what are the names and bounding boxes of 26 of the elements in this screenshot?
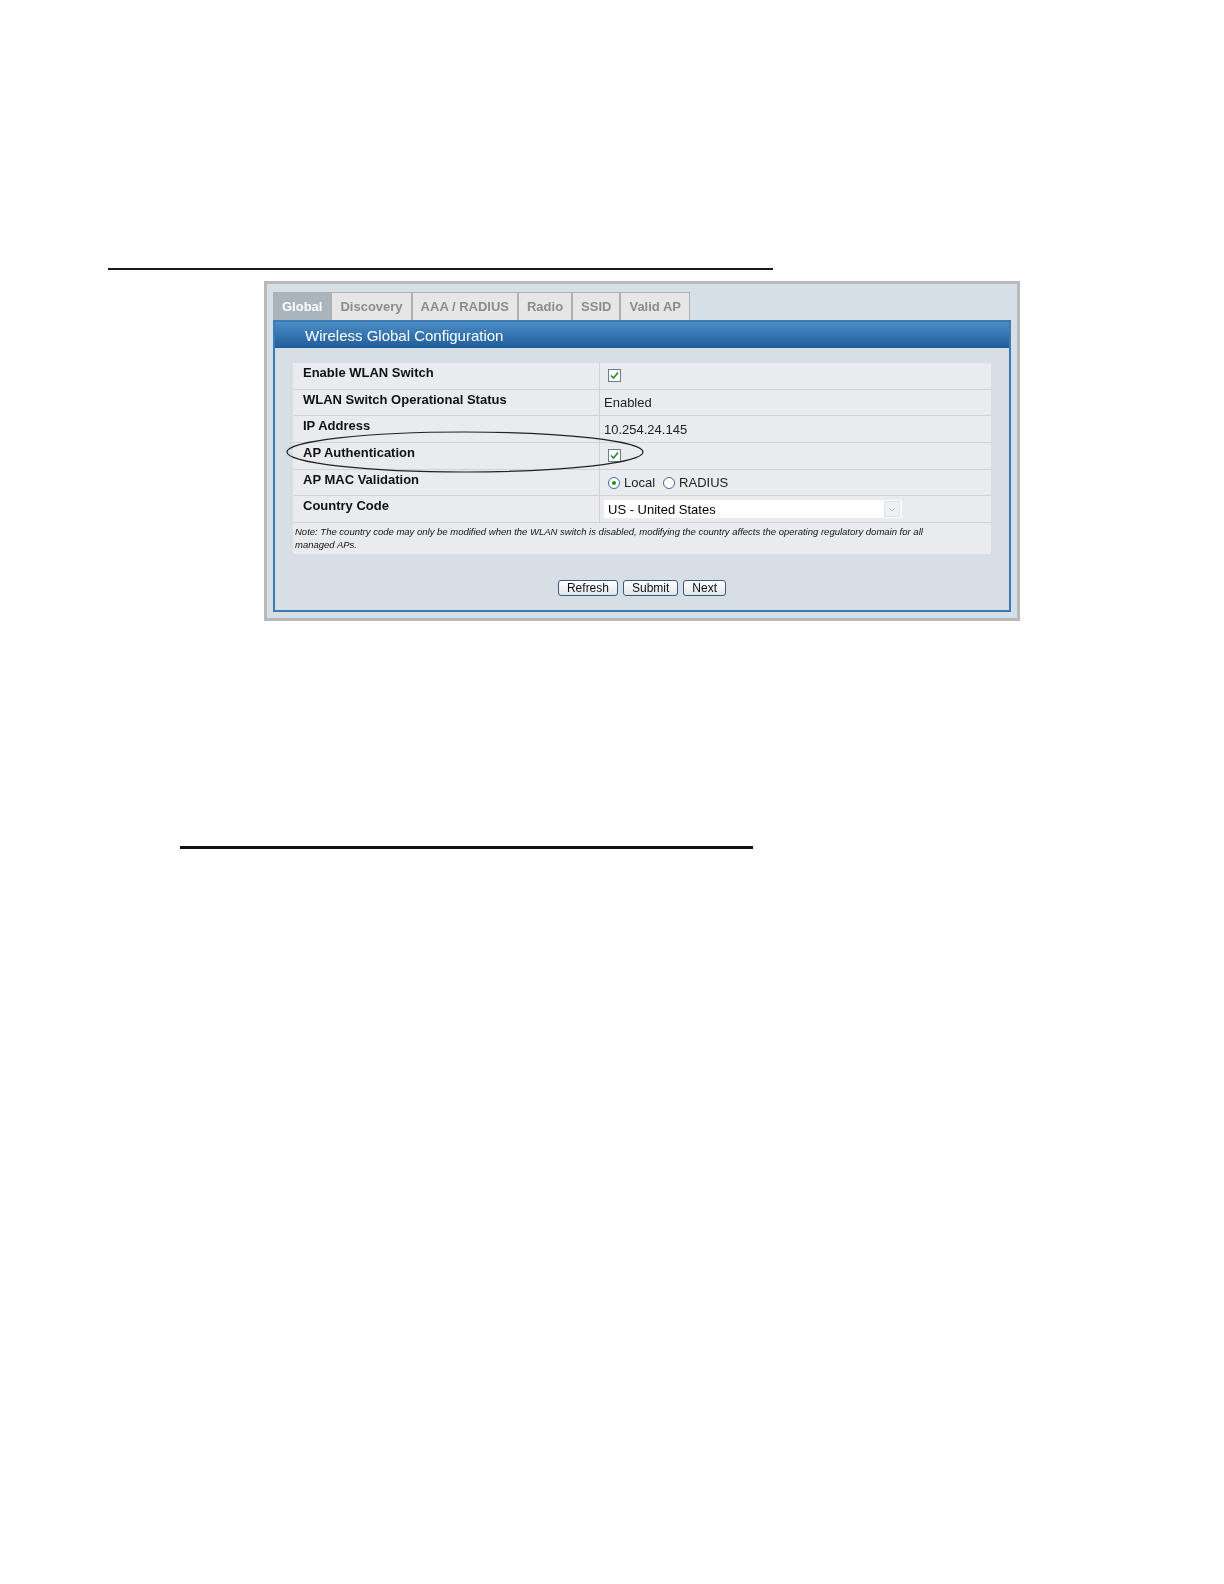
radio-button[interactable] — [663, 476, 676, 489]
country-select[interactable]: US - United States — [604, 500, 902, 519]
field-label: Country Code — [302, 497, 390, 516]
checkbox[interactable] — [608, 369, 621, 383]
tab[interactable]: Radio — [517, 292, 573, 320]
checkbox[interactable] — [608, 449, 621, 463]
form-button[interactable]: Submit — [623, 580, 679, 597]
field-label: IP Address — [302, 417, 372, 436]
form-button[interactable]: Refresh — [557, 580, 618, 597]
tab[interactable]: Valid AP — [620, 292, 690, 320]
field-label: WLAN Switch Operational Status — [302, 390, 508, 409]
field-label: AP MAC Validation — [302, 470, 421, 489]
field-value: Enabled — [604, 395, 652, 411]
note-text: Note: The country code may only be modified when the WLAN switch is disabled, modifying the country affects the operating regulatory domain for all managed APs. — [293, 523, 991, 555]
tab[interactable]: AAA / RADIUS — [411, 292, 518, 320]
radio-label: Local — [624, 475, 656, 491]
tab[interactable]: Discovery — [331, 292, 412, 320]
field-label: AP Authentication — [302, 444, 416, 463]
field-label: Enable WLAN Switch — [302, 364, 435, 382]
panel-title: Wireless Global Configuration — [275, 322, 1009, 348]
field-value: 10.254.24.145 — [604, 421, 688, 437]
form-button[interactable]: Next — [683, 580, 727, 597]
radio-label: RADIUS — [679, 475, 729, 491]
tab[interactable]: SSID — [572, 292, 621, 320]
radio-button[interactable] — [608, 476, 620, 489]
tab[interactable]: Global — [273, 292, 332, 320]
